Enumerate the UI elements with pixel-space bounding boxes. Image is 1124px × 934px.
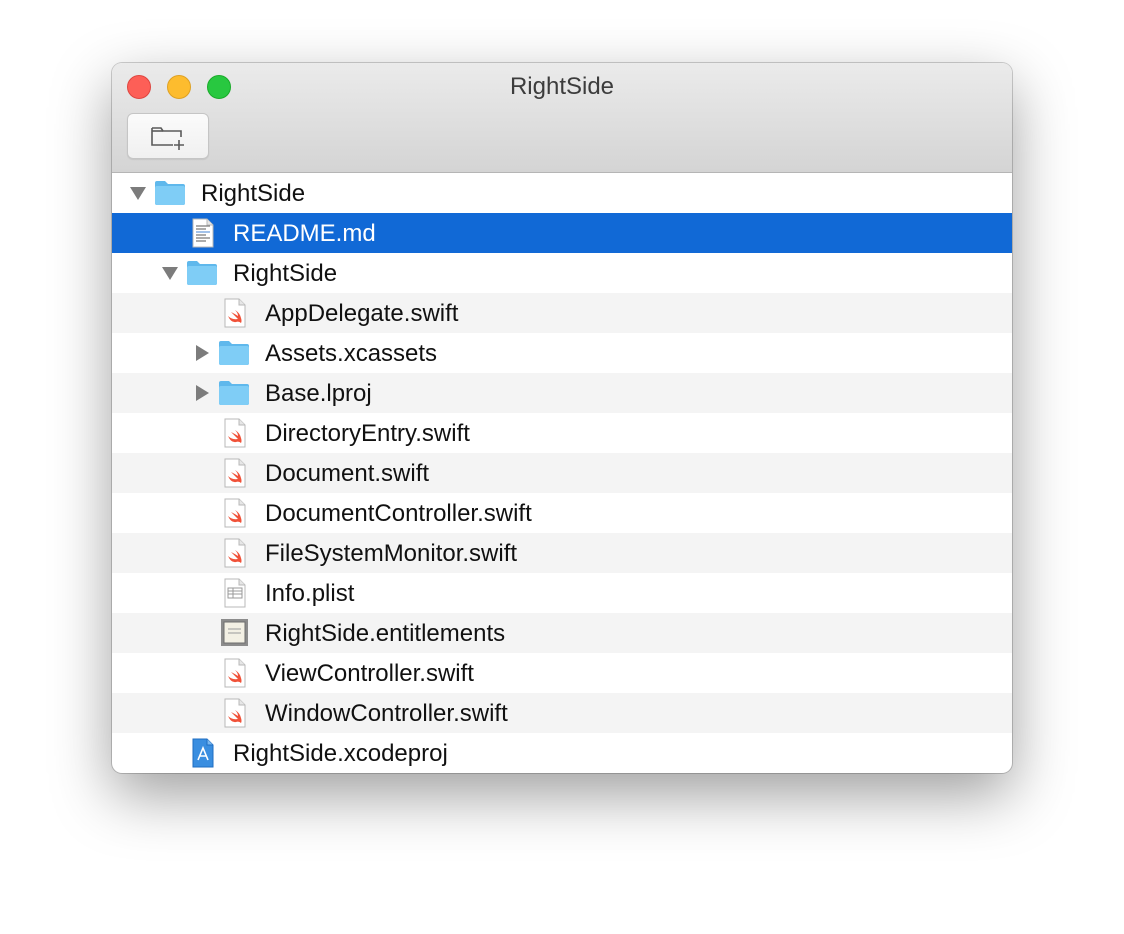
outline-row-label: Base.lproj	[265, 380, 372, 407]
outline-row[interactable]: RightSide.entitlements	[112, 613, 1012, 653]
disclosure-triangle-expanded-icon[interactable]	[129, 184, 147, 202]
outline-row-label: Document.swift	[265, 460, 430, 487]
swift-file-icon	[224, 698, 246, 728]
folder-plus-icon	[151, 127, 184, 150]
outline-row[interactable]: DocumentController.swift	[112, 493, 1012, 533]
outline-row-label: WindowController.swift	[265, 700, 508, 727]
outline-row[interactable]: RightSide.xcodeproj	[112, 733, 1012, 773]
outline-row-label: AppDelegate.swift	[265, 300, 459, 327]
disclosure-triangle-collapsed-icon[interactable]	[193, 344, 211, 362]
folder-icon	[219, 341, 249, 365]
outline-row-label: README.md	[233, 220, 376, 247]
disclosure-triangle-collapsed-icon[interactable]	[193, 384, 211, 402]
outline-row-label: DocumentController.swift	[265, 500, 532, 527]
outline-row-label: RightSide.entitlements	[265, 620, 506, 647]
outline-row[interactable]: FileSystemMonitor.swift	[112, 533, 1012, 573]
outline-row-label: Info.plist	[265, 580, 355, 607]
title-bar[interactable]: RightSide	[112, 63, 1012, 173]
outline-row[interactable]: README.md	[112, 213, 1012, 253]
new-folder-button[interactable]	[127, 113, 209, 159]
text-file-icon	[192, 218, 214, 248]
outline-row-label: Assets.xcassets	[265, 340, 438, 367]
window-title: RightSide	[509, 73, 615, 100]
outline-row-label: ViewController.swift	[265, 660, 474, 687]
outline-row[interactable]: Assets.xcassets	[112, 333, 1012, 373]
folder-icon	[219, 381, 249, 405]
swift-file-icon	[224, 298, 246, 328]
swift-file-icon	[224, 458, 246, 488]
outline-row-label: RightSide	[201, 180, 306, 207]
outline-row[interactable]: WindowController.swift	[112, 693, 1012, 733]
outline-row[interactable]: RightSide	[112, 253, 1012, 293]
swift-file-icon	[224, 498, 246, 528]
outline-row[interactable]: Base.lproj	[112, 373, 1012, 413]
outline-row-label: RightSide.xcodeproj	[233, 740, 448, 767]
folder-icon	[187, 261, 217, 285]
file-outline: RightSide README.md RightSide AppDelegate.s…	[112, 173, 1012, 773]
swift-file-icon	[224, 538, 246, 568]
folder-icon	[155, 181, 185, 205]
outline-row-label: RightSide	[233, 260, 338, 287]
plist-file-icon	[224, 578, 246, 608]
outline-row[interactable]: Info.plist	[112, 573, 1012, 613]
outline-row-label: FileSystemMonitor.swift	[265, 540, 518, 567]
finder-window: RightSide RightSide README.md RightSide App…	[112, 63, 1012, 773]
outline-row[interactable]: DirectoryEntry.swift	[112, 413, 1012, 453]
outline-row[interactable]: RightSide	[112, 173, 1012, 213]
xcodeproj-icon	[192, 738, 214, 768]
outline-row[interactable]: ViewController.swift	[112, 653, 1012, 693]
outline-row[interactable]: Document.swift	[112, 453, 1012, 493]
outline-row-label: DirectoryEntry.swift	[265, 420, 470, 447]
swift-file-icon	[224, 658, 246, 688]
disclosure-triangle-expanded-icon[interactable]	[161, 264, 179, 282]
swift-file-icon	[224, 418, 246, 448]
entitlements-file-icon	[221, 619, 248, 646]
outline-row[interactable]: AppDelegate.swift	[112, 293, 1012, 333]
